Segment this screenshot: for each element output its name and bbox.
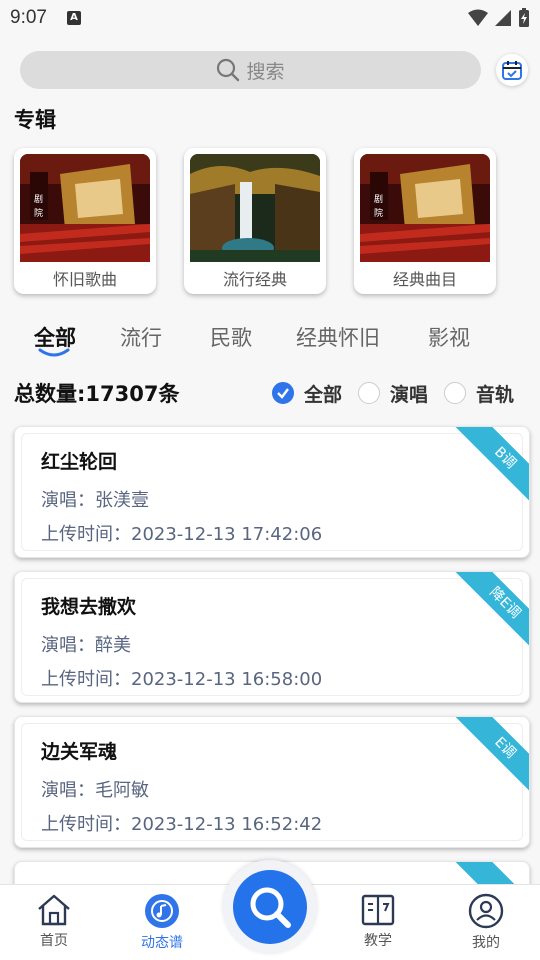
song-card-body: 我想去撒欢 演唱：醉美 上传时间：2023-12-13 16:58:00 [21,578,523,696]
calendar-button[interactable] [496,54,528,86]
svg-text:院: 院 [374,207,383,219]
category-tabs: 全部 流行 民歌 经典怀旧 影视 [34,322,470,357]
song-upload-time: 上传时间：2023-12-13 16:58:00 [41,669,323,690]
nav-home[interactable]: 首页 [0,885,108,960]
song-upload-time: 上传时间：2023-12-13 17:42:06 [41,524,323,545]
theater-cover-image: 剧 院 [360,154,490,262]
search-input[interactable]: 搜索 [20,51,481,89]
key-ribbon: 降E调 [451,572,529,650]
theater-cover-image: 剧 院 [20,154,150,262]
nav-home-label: 首页 [40,933,68,949]
filter-track[interactable]: 音轨 [443,380,514,407]
nav-mine-label: 我的 [472,935,500,951]
filter-label: 演唱 [389,383,428,406]
tab-film-tv[interactable]: 影视 [428,322,470,352]
filter-group: 全部 演唱 音轨 [266,380,514,407]
album-section-title: 专辑 [14,108,56,132]
tab-label: 全部 [34,326,76,350]
filter-label: 全部 [303,383,342,406]
song-card-body: 边关军魂 演唱：毛阿敏 上传时间：2023-12-13 16:52:42 [21,723,523,841]
tab-label: 经典怀旧 [296,326,380,350]
active-tab-indicator [38,348,70,357]
radio-icon[interactable] [443,382,466,404]
key-ribbon: E调 [451,717,529,795]
tab-all[interactable]: 全部 [34,322,76,357]
wifi-icon [468,9,488,26]
song-card[interactable]: 我想去撒欢 演唱：醉美 上传时间：2023-12-13 16:58:00 降E调 [14,571,530,703]
status-bar: 9:07 A [0,0,540,36]
status-time: 9:07 [10,7,47,28]
nav-teaching-label: 教学 [364,933,392,949]
tab-classic-nostalgic[interactable]: 经典怀旧 [296,322,380,352]
song-list: 红尘轮回 演唱：张渼壹 上传时间：2023-12-13 17:42:06 B调 … [14,426,530,914]
song-card-body: 红尘轮回 演唱：张渼壹 上传时间：2023-12-13 17:42:06 [21,433,523,551]
album-card-pop[interactable]: 流行经典 [184,148,326,294]
svg-text:剧: 剧 [374,194,383,205]
nav-dynamic-label: 动态谱 [141,935,183,951]
tab-folk[interactable]: 民歌 [210,322,252,352]
search-placeholder: 搜索 [246,60,285,83]
nav-mine[interactable]: 我的 [432,885,540,960]
song-card[interactable]: 边关军魂 演唱：毛阿敏 上传时间：2023-12-13 16:52:42 E调 [14,716,530,848]
radio-icon[interactable] [357,382,380,404]
profile-icon [468,893,504,929]
song-upload-time: 上传时间：2023-12-13 16:52:42 [41,814,323,835]
song-key: E调 [453,717,529,795]
battery-icon [519,8,529,27]
app-notification-icon: A [66,11,81,25]
tab-pop[interactable]: 流行 [120,322,162,352]
song-card[interactable]: 红尘轮回 演唱：张渼壹 上传时间：2023-12-13 17:42:06 B调 [14,426,530,558]
album-label: 流行经典 [222,270,287,289]
home-icon [38,894,70,926]
filter-vocal[interactable]: 演唱 [357,380,428,407]
album-list: 剧 院 怀旧歌曲 流行经典 剧 院 经典曲目 [14,148,496,294]
total-count: 总数量:17307条 [14,382,180,406]
radio-checked-icon[interactable] [271,382,294,404]
tab-label: 影视 [428,326,470,350]
book-icon [361,894,395,926]
nav-teaching[interactable]: 教学 [324,885,432,960]
center-search-fab-wrap [223,860,317,954]
nav-dynamic-score[interactable]: 动态谱 [108,885,216,960]
album-card-nostalgic[interactable]: 剧 院 怀旧歌曲 [14,148,156,294]
search-icon [217,58,240,82]
music-disc-icon [145,894,179,928]
album-card-classic[interactable]: 剧 院 经典曲目 [354,148,496,294]
calendar-check-icon [502,61,522,80]
svg-text:剧: 剧 [34,194,43,205]
album-label: 经典曲目 [392,270,457,289]
tab-label: 流行 [120,326,162,350]
count-row: 总数量:17307条 全部 演唱 音轨 [14,378,514,408]
song-key: 降E调 [453,572,529,650]
song-key: B调 [453,427,529,505]
tab-label: 民歌 [210,326,252,350]
search-row: 搜索 [20,50,528,90]
center-search-button[interactable] [233,870,307,944]
status-indicators [468,8,530,28]
search-icon [250,887,291,928]
album-label: 怀旧歌曲 [52,270,117,289]
svg-text:院: 院 [34,207,43,219]
filter-all[interactable]: 全部 [271,380,342,407]
filter-label: 音轨 [475,383,514,406]
signal-icon [495,10,511,26]
key-ribbon: B调 [451,427,529,505]
waterfall-cover-image [190,154,320,262]
